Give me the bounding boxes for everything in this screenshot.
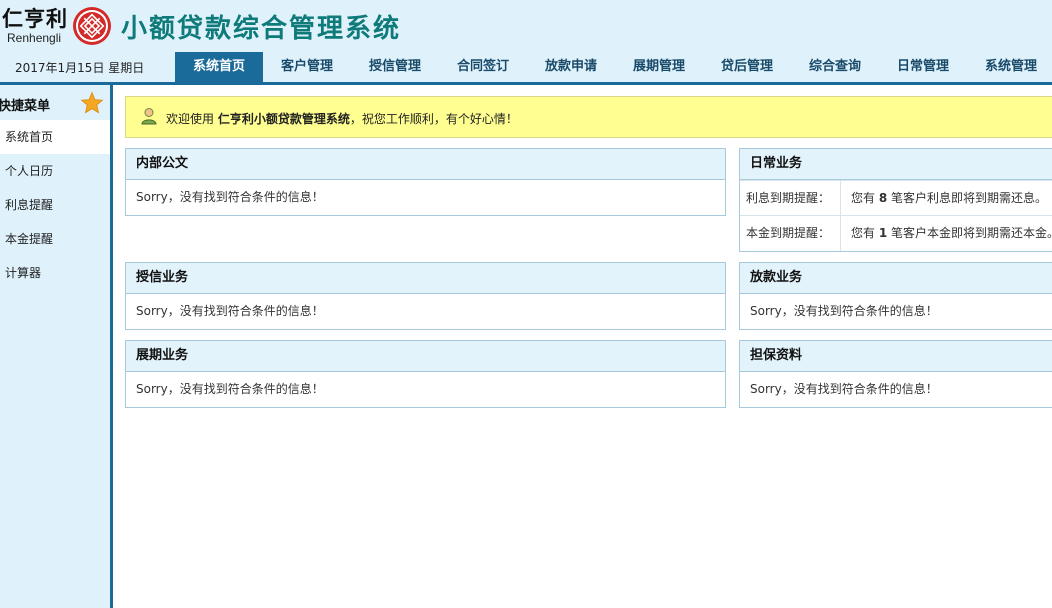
sidebar-item-calendar[interactable]: 个人日历 xyxy=(0,154,110,188)
panel-daily-business: 日常业务 利息到期提醒： 您有 8 笔客户利息即将到期需还息。 本金到期提醒： … xyxy=(739,148,1052,252)
sidebar-item-principal-reminder[interactable]: 本金提醒 xyxy=(0,222,110,256)
panel-guarantee-materials: 担保资料 Sorry，没有找到符合条件的信息！ xyxy=(739,340,1052,408)
daily-row-value: 您有 1 笔客户本金即将到期需还本金。 xyxy=(851,216,1052,251)
welcome-message: 欢迎使用 仁亨利小额贷款管理系统，祝您工作顺利，有个好心情！ xyxy=(166,110,518,127)
empty-message: Sorry，没有找到符合条件的信息！ xyxy=(136,382,324,396)
panel-extension-business: 展期业务 Sorry，没有找到符合条件的信息！ xyxy=(125,340,726,408)
panel-title: 放款业务 xyxy=(740,263,1052,294)
panel-title: 授信业务 xyxy=(126,263,725,294)
nav-item-extension[interactable]: 展期管理 xyxy=(615,52,703,82)
logo-english-name: Renhengli xyxy=(7,31,62,45)
sidebar-item-interest-reminder[interactable]: 利息提醒 xyxy=(0,188,110,222)
nav-item-post-loan[interactable]: 贷后管理 xyxy=(703,52,791,82)
daily-row-post: 笔客户本金即将到期需还本金。 xyxy=(891,226,1052,240)
empty-message: Sorry，没有找到符合条件的信息！ xyxy=(136,190,324,204)
nav-item-customers[interactable]: 客户管理 xyxy=(263,52,351,82)
app-title: 小额贷款综合管理系统 xyxy=(121,14,402,44)
daily-row-label: 本金到期提醒： xyxy=(740,216,841,251)
welcome-bar: 欢迎使用 仁亨利小额贷款管理系统，祝您工作顺利，有个好心情！ xyxy=(125,96,1052,138)
user-icon xyxy=(141,108,157,125)
daily-row-interest[interactable]: 利息到期提醒： 您有 8 笔客户利息即将到期需还息。 xyxy=(740,180,1052,216)
daily-row-count: 1 xyxy=(878,226,888,240)
panel-title: 展期业务 xyxy=(126,341,725,372)
current-date: 2017年1月15日 星期日 xyxy=(15,61,145,75)
panel-title: 日常业务 xyxy=(740,149,1052,180)
empty-message: Sorry，没有找到符合条件的信息！ xyxy=(750,304,938,318)
panel-loan-business: 放款业务 Sorry，没有找到符合条件的信息！ xyxy=(739,262,1052,330)
main-nav: 系统首页 客户管理 授信管理 合同签订 放款申请 展期管理 贷后管理 综合查询 … xyxy=(175,52,1052,82)
daily-row-label: 利息到期提醒： xyxy=(740,181,841,216)
logo[interactable]: 仁亨利 Renhengli xyxy=(0,3,118,49)
panel-title: 内部公文 xyxy=(126,149,725,180)
sidebar-header: 快捷菜单 xyxy=(0,85,110,119)
nav-item-daily[interactable]: 日常管理 xyxy=(879,52,967,82)
nav-item-system[interactable]: 系统管理 xyxy=(967,52,1052,82)
daily-row-principal[interactable]: 本金到期提醒： 您有 1 笔客户本金即将到期需还本金。 xyxy=(740,215,1052,251)
sidebar-item-home[interactable]: 系统首页 xyxy=(0,120,110,154)
daily-row-pre: 您有 xyxy=(851,226,876,240)
daily-row-count: 8 xyxy=(878,191,888,205)
nav-item-contracts[interactable]: 合同签订 xyxy=(439,52,527,82)
empty-message: Sorry，没有找到符合条件的信息！ xyxy=(750,382,938,396)
sidebar-item-calculator[interactable]: 计算器 xyxy=(0,256,110,290)
sidebar: 快捷菜单 系统首页 个人日历 利息提醒 本金提醒 计算器 xyxy=(0,85,113,608)
nav-item-query[interactable]: 综合查询 xyxy=(791,52,879,82)
nav-item-home[interactable]: 系统首页 xyxy=(175,52,263,82)
empty-message: Sorry，没有找到符合条件的信息！ xyxy=(136,304,324,318)
daily-row-value: 您有 8 笔客户利息即将到期需还息。 xyxy=(851,181,1047,216)
daily-row-pre: 您有 xyxy=(851,191,876,205)
sidebar-title: 快捷菜单 xyxy=(0,99,51,114)
welcome-prefix: 欢迎使用 xyxy=(166,112,215,126)
header: 仁亨利 Renhengli 小额贷款综合管理系统 2017年1月15日 星期日 … xyxy=(0,0,1052,85)
logo-chinese-name: 仁亨利 xyxy=(2,6,68,31)
panel-internal-notice: 内部公文 Sorry，没有找到符合条件的信息！ xyxy=(125,148,726,216)
nav-underline xyxy=(0,82,1052,85)
panel-title: 担保资料 xyxy=(740,341,1052,372)
panel-credit-business: 授信业务 Sorry，没有找到符合条件的信息！ xyxy=(125,262,726,330)
welcome-system-name: 仁亨利小额贷款管理系统 xyxy=(217,112,350,126)
daily-row-post: 笔客户利息即将到期需还息。 xyxy=(891,191,1048,205)
welcome-suffix: ，祝您工作顺利，有个好心情！ xyxy=(349,112,518,126)
nav-item-loan-application[interactable]: 放款申请 xyxy=(527,52,615,82)
nav-item-credit[interactable]: 授信管理 xyxy=(351,52,439,82)
logo-mark-icon xyxy=(73,7,111,45)
star-icon xyxy=(80,91,104,114)
